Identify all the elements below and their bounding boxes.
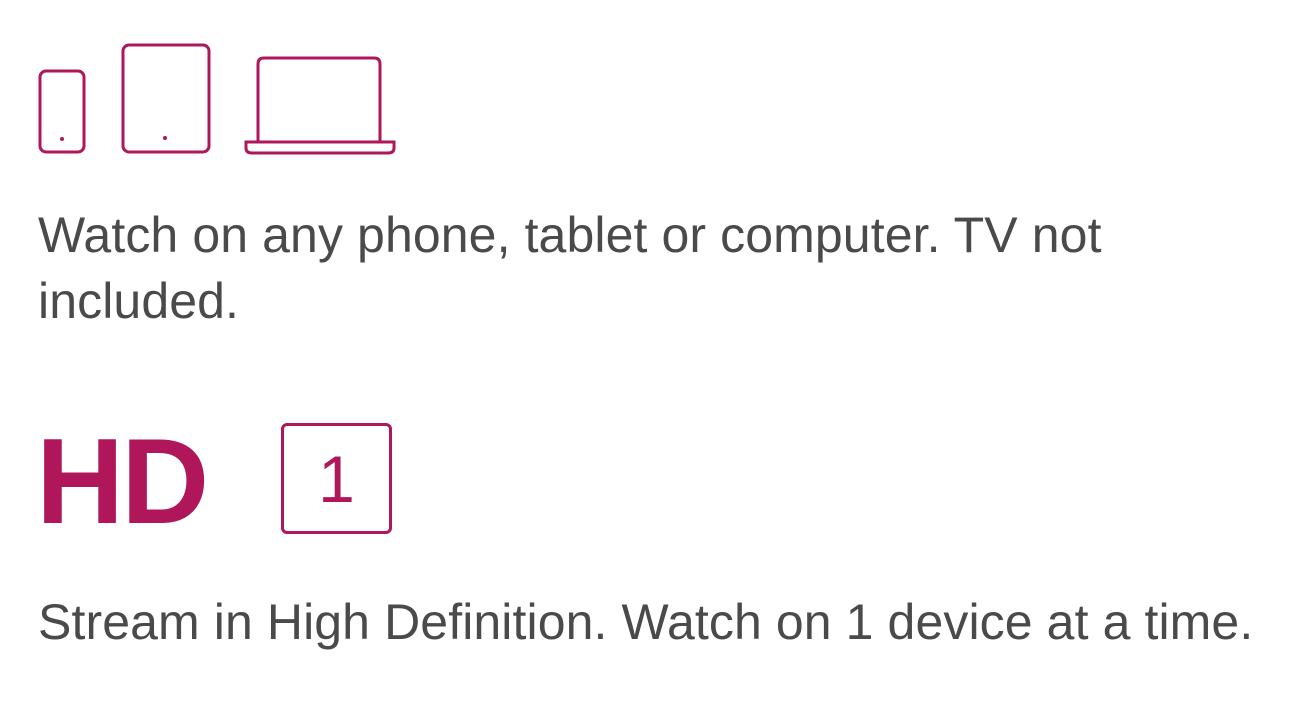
tablet-icon xyxy=(121,43,211,154)
quality-description: Stream in High Definition. Watch on 1 de… xyxy=(38,594,1254,650)
laptop-icon xyxy=(244,56,396,155)
quality-row: HD 1 xyxy=(36,413,436,549)
screens-count-badge: 1 xyxy=(281,423,392,534)
phone-icon xyxy=(38,69,86,154)
hd-label: HD xyxy=(36,413,209,549)
devices-description: Watch on any phone, tablet or computer. … xyxy=(38,207,1102,329)
devices-icons xyxy=(38,42,438,156)
